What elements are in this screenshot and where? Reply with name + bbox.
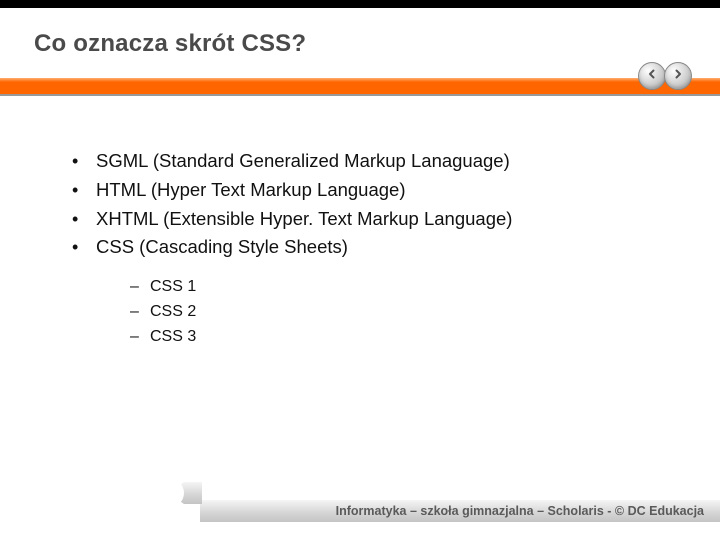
list-item: CSS 2	[126, 300, 680, 325]
footer-strip: Informatyka – szkoła gimnazjalna – Schol…	[200, 500, 720, 522]
slide: Co oznacza skrót CSS? SGML (Standard Gen…	[0, 0, 720, 540]
list-item: CSS 1	[126, 275, 680, 300]
nav-buttons	[640, 62, 692, 90]
sub-bullet-text: CSS 3	[150, 328, 196, 345]
chevron-right-icon	[672, 67, 684, 85]
sub-bullet-text: CSS 1	[150, 278, 196, 295]
list-item: CSS (Cascading Style Sheets) CSS 1 CSS 2…	[66, 234, 680, 349]
slide-title: Co oznacza skrót CSS?	[34, 30, 720, 58]
bullet-text: HTML (Hyper Text Markup Language)	[96, 179, 406, 200]
prev-button[interactable]	[638, 62, 666, 90]
next-button[interactable]	[664, 62, 692, 90]
top-black-bar	[0, 0, 720, 8]
sub-list: CSS 1 CSS 2 CSS 3	[126, 275, 680, 349]
chevron-left-icon	[646, 67, 658, 85]
footer-bar: Informatyka – szkoła gimnazjalna – Schol…	[0, 500, 720, 522]
list-item: SGML (Standard Generalized Markup Lanagu…	[66, 148, 680, 175]
bullet-text: XHTML (Extensible Hyper. Text Markup Lan…	[96, 208, 512, 229]
bullet-text: SGML (Standard Generalized Markup Lanagu…	[96, 150, 510, 171]
footer-text: Informatyka – szkoła gimnazjalna – Schol…	[336, 504, 704, 518]
bullet-text: CSS (Cascading Style Sheets)	[96, 236, 348, 257]
orange-gloss	[0, 78, 720, 82]
bullet-list: SGML (Standard Generalized Markup Lanagu…	[66, 148, 680, 350]
footer-chevron-icon	[158, 482, 202, 504]
list-item: XHTML (Extensible Hyper. Text Markup Lan…	[66, 206, 680, 233]
title-area: Co oznacza skrót CSS?	[0, 8, 720, 70]
orange-divider	[0, 78, 720, 94]
list-item: HTML (Hyper Text Markup Language)	[66, 177, 680, 204]
list-item: CSS 3	[126, 325, 680, 350]
sub-bullet-text: CSS 2	[150, 303, 196, 320]
content-area: SGML (Standard Generalized Markup Lanagu…	[0, 96, 720, 350]
